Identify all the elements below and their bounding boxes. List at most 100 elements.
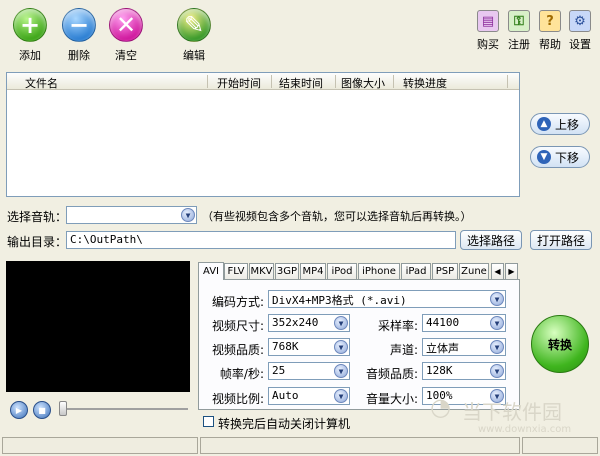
delete-label: 删除 [68, 49, 90, 62]
play-icon: ▶ [15, 405, 23, 415]
tab-flv[interactable]: FLV [224, 263, 248, 279]
settings-label: 设置 [569, 38, 591, 51]
tab-psp[interactable]: PSP [432, 263, 458, 279]
file-list[interactable]: 文件名 开始时间 结束时间 图像大小 转换进度 [6, 72, 520, 197]
buy-button[interactable]: ▤ 购买 [474, 10, 502, 52]
video-quality-select[interactable]: 768K ▼ [268, 338, 350, 356]
move-up-label: 上移 [555, 117, 580, 132]
seek-track[interactable] [66, 408, 188, 410]
tab-scroll-right[interactable]: ▶ [505, 263, 518, 279]
move-up-button[interactable]: ▲ 上移 [530, 113, 590, 135]
help-button[interactable]: ? 帮助 [536, 10, 564, 52]
down-icon: ▼ [537, 150, 551, 164]
encode-select[interactable]: DivX4+MP3格式 (*.avi) ▼ [268, 290, 506, 308]
tab-scroll-left[interactable]: ◀ [491, 263, 504, 279]
fps-select[interactable]: 25 ▼ [268, 362, 350, 380]
x-icon: ✕ [109, 8, 143, 42]
tab-zune[interactable]: Zune [459, 263, 489, 279]
stop-button[interactable]: ■ [33, 401, 51, 419]
move-down-button[interactable]: ▼ 下移 [530, 146, 590, 168]
open-path-button[interactable]: 打开路径 [530, 230, 592, 250]
tab-ipod[interactable]: iPod [327, 263, 357, 279]
video-size-select[interactable]: 352x240 ▼ [268, 314, 350, 332]
video-quality-value: 768K [272, 340, 299, 353]
buy-label: 购买 [477, 38, 499, 51]
column-filename[interactable]: 文件名 [25, 75, 58, 91]
sample-rate-label: 采样率: [377, 319, 418, 333]
audio-quality-select[interactable]: 128K ▼ [422, 362, 506, 380]
fps-label: 帧率/秒: [219, 367, 264, 381]
output-dir-value: C:\OutPath\ [70, 233, 143, 246]
shutdown-label: 转换完后自动关闭计算机 [218, 417, 351, 431]
channel-value: 立体声 [426, 342, 459, 355]
watermark-logo: ◔ [430, 393, 451, 421]
clear-button[interactable]: ✕ 清空 [104, 8, 148, 63]
video-preview [6, 261, 190, 392]
output-dir-input[interactable]: C:\OutPath\ [66, 231, 456, 249]
chevron-down-icon: ▼ [334, 316, 348, 330]
video-quality-label: 视频品质: [211, 343, 264, 357]
tab-ipad[interactable]: iPad [401, 263, 431, 279]
stop-icon: ■ [38, 405, 46, 415]
clear-label: 清空 [115, 49, 137, 62]
encode-label: 编码方式: [211, 295, 264, 309]
plus-icon: + [13, 8, 47, 42]
cart-icon: ▤ [477, 10, 499, 32]
play-button[interactable]: ▶ [10, 401, 28, 419]
shutdown-checkbox[interactable] [203, 416, 214, 427]
status-bar-left [2, 437, 198, 454]
column-image-size[interactable]: 图像大小 [341, 75, 385, 91]
tab-mp4[interactable]: MP4 [300, 263, 326, 279]
column-progress[interactable]: 转换进度 [403, 75, 447, 91]
column-end-time[interactable]: 结束时间 [279, 75, 323, 91]
add-button[interactable]: + 添加 [8, 8, 52, 63]
seek-handle[interactable] [59, 401, 67, 416]
status-bar-middle [200, 437, 520, 454]
chevron-left-icon: ◀ [494, 267, 501, 276]
audio-track-label: 选择音轨： [7, 210, 68, 224]
watermark-text: 当下软件园 [462, 400, 562, 424]
settings-button[interactable]: ⚙ 设置 [566, 10, 594, 52]
chevron-right-icon: ▶ [508, 267, 515, 276]
convert-button[interactable]: 转换 [531, 315, 589, 373]
minus-icon: − [62, 8, 96, 42]
chevron-down-icon: ▼ [334, 364, 348, 378]
channel-select[interactable]: 立体声 ▼ [422, 338, 506, 356]
up-icon: ▲ [537, 117, 551, 131]
sample-rate-select[interactable]: 44100 ▼ [422, 314, 506, 332]
tab-avi[interactable]: AVI [198, 262, 224, 280]
encode-value: DivX4+MP3格式 (*.avi) [272, 294, 407, 307]
output-dir-label: 输出目录： [7, 235, 68, 249]
channel-label: 声道: [389, 343, 418, 357]
watermark-url: www.downxia.com [478, 424, 572, 435]
fps-value: 25 [272, 364, 286, 377]
file-list-header: 文件名 开始时间 结束时间 图像大小 转换进度 [7, 73, 519, 90]
tab-iphone[interactable]: iPhone [358, 263, 400, 279]
chevron-down-icon: ▼ [490, 364, 504, 378]
volume-label: 音量大小: [365, 392, 418, 406]
video-size-label: 视频尺寸: [211, 319, 264, 333]
audio-quality-label: 音频品质: [365, 367, 418, 381]
video-ratio-select[interactable]: Auto ▼ [268, 387, 350, 405]
register-button[interactable]: ⚿ 注册 [505, 10, 533, 52]
column-start-time[interactable]: 开始时间 [217, 75, 261, 91]
tab-mkv[interactable]: MKV [249, 263, 274, 279]
move-down-label: 下移 [555, 150, 580, 165]
edit-label: 编辑 [183, 49, 205, 62]
delete-button[interactable]: − 删除 [57, 8, 101, 63]
help-icon: ? [539, 10, 561, 32]
edit-button[interactable]: ✎ 编辑 [172, 8, 216, 63]
video-size-value: 352x240 [272, 316, 319, 329]
audio-track-hint: （有些视频包含多个音轨，您可以选择音轨后再转换。） [202, 210, 472, 223]
tools-icon: ⚙ [569, 10, 591, 32]
tab-3gp[interactable]: 3GP [275, 263, 299, 279]
sample-rate-value: 44100 [426, 316, 460, 329]
chevron-down-icon: ▼ [334, 389, 348, 403]
audio-quality-value: 128K [426, 364, 453, 377]
audio-track-select[interactable]: ▼ [66, 206, 197, 224]
video-ratio-label: 视频比例: [211, 392, 264, 406]
video-ratio-value: Auto [272, 389, 299, 402]
add-label: 添加 [19, 49, 41, 62]
choose-path-button[interactable]: 选择路径 [460, 230, 522, 250]
convert-label: 转换 [547, 337, 572, 352]
